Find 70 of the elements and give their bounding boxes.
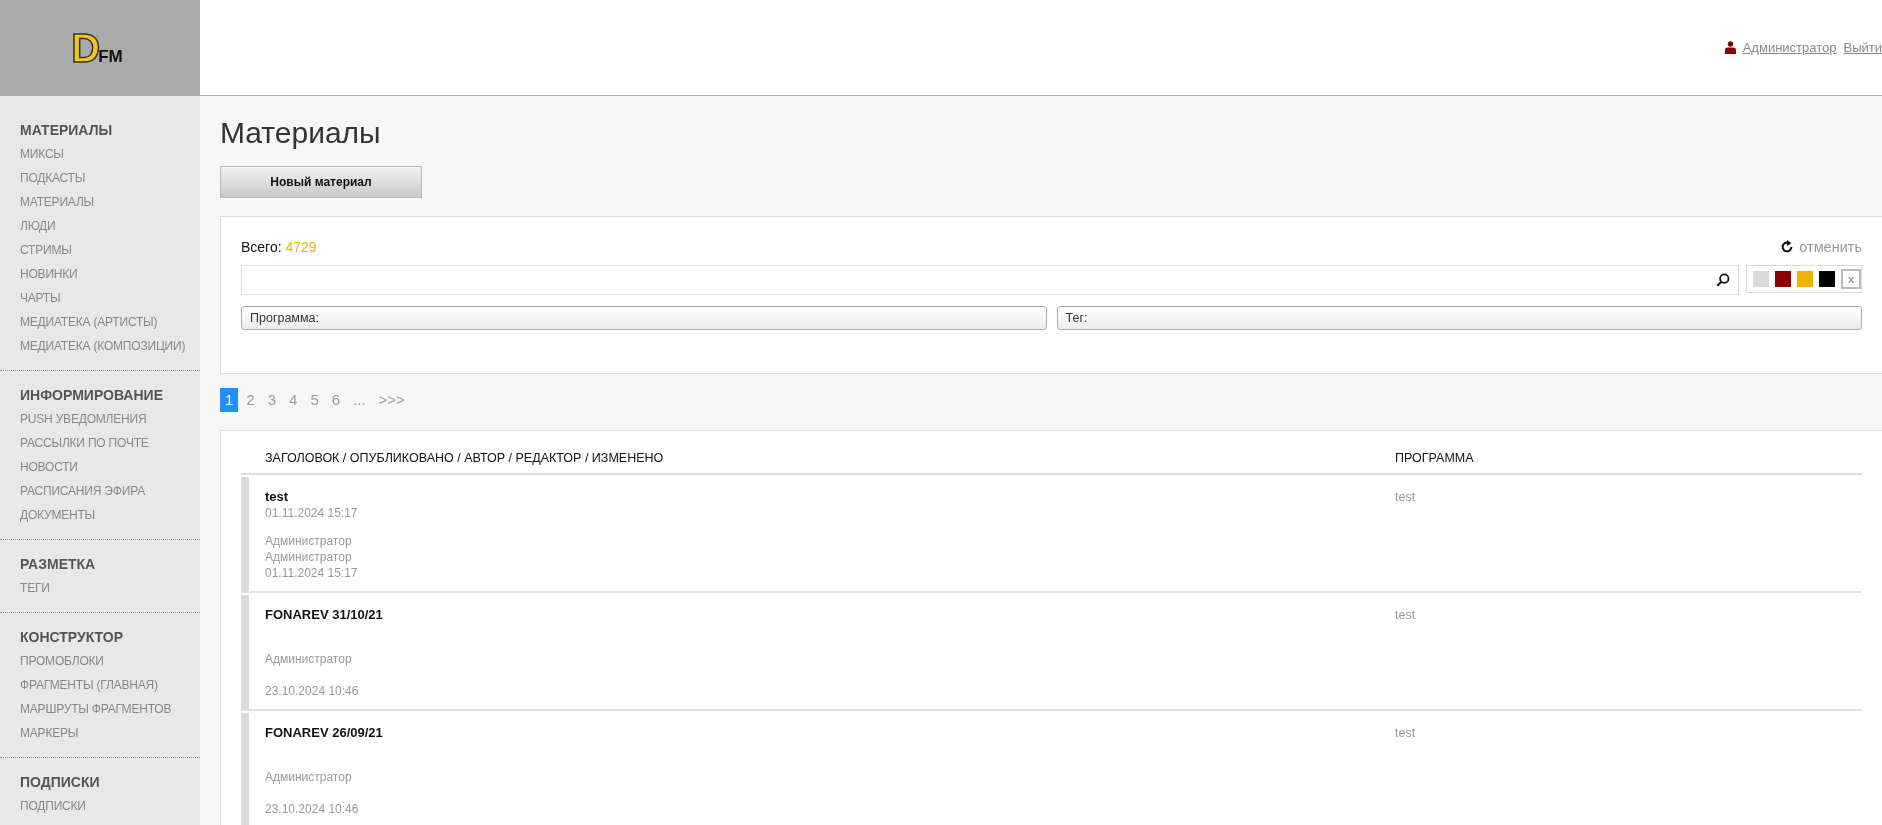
modified-date: 01.11.2024 15:17: [265, 566, 358, 580]
color-swatch[interactable]: [1797, 271, 1813, 287]
sidebar-item[interactable]: МАРКЕРЫ: [0, 721, 200, 745]
sidebar-section-title[interactable]: МАТЕРИАЛЫ: [0, 118, 200, 142]
material-title[interactable]: test: [265, 489, 289, 504]
sidebar-item[interactable]: НОВОСТИ: [0, 455, 200, 479]
sidebar-section-title[interactable]: ПОДПИСКИ: [0, 770, 200, 794]
sidebar-item[interactable]: МАРШРУТЫ ФРАГМЕНТОВ: [0, 697, 200, 721]
sidebar-item[interactable]: ФРАГМЕНТЫ (ГЛАВНАЯ): [0, 673, 200, 697]
author-name: Администратор: [265, 770, 352, 784]
modified-date: 23.10.2024 10:46: [265, 684, 359, 698]
total-count: Всего: 4729: [241, 239, 317, 255]
page-link[interactable]: 2: [241, 388, 260, 412]
logo[interactable]: DFM: [71, 29, 123, 66]
editor-name: Администратор: [265, 550, 352, 564]
sidebar-item[interactable]: РАССЫЛКИ ПО ПОЧТЕ: [0, 431, 200, 455]
page-link[interactable]: 5: [305, 388, 324, 412]
color-swatch[interactable]: [1753, 271, 1769, 287]
author-name: Администратор: [265, 652, 352, 666]
sidebar-section-title[interactable]: ИНФОРМИРОВАНИЕ: [0, 383, 200, 407]
sidebar-item[interactable]: PUSH УВЕДОМЛЕНИЯ: [0, 407, 200, 431]
sidebar-item[interactable]: МИКСЫ: [0, 142, 200, 166]
table-row[interactable]: FONAREV 31/10/21 Администратор 23.10.2024 10:46 test: [241, 595, 1862, 711]
sidebar-item[interactable]: ДОКУМЕНТЫ: [0, 503, 200, 527]
program-select[interactable]: Программа:: [241, 306, 1047, 330]
sidebar-item[interactable]: СТРИМЫ: [0, 238, 200, 262]
sidebar-item[interactable]: РАСПИСАНИЯ ЭФИРА: [0, 479, 200, 503]
sidebar-item[interactable]: ПРОМОБЛОКИ: [0, 649, 200, 673]
new-material-button[interactable]: Новый материал: [220, 166, 422, 198]
page-link[interactable]: ...: [348, 388, 371, 412]
clear-colors-button[interactable]: x: [1841, 269, 1861, 289]
color-swatch[interactable]: [1819, 271, 1835, 287]
table-row[interactable]: FONAREV 26/09/21 Администратор 23.10.2024 10:46 test: [241, 713, 1862, 825]
logout-link[interactable]: Выйти: [1843, 40, 1882, 55]
page-link[interactable]: 4: [284, 388, 303, 412]
refresh-icon[interactable]: [1780, 240, 1795, 254]
material-title[interactable]: FONAREV 31/10/21: [265, 607, 383, 622]
table-row[interactable]: test 01.11.2024 15:17 Администратор Администратор 01.11.2024 15:17 test: [241, 477, 1862, 593]
column-header: ПРОГРАММА: [1395, 451, 1475, 465]
sidebar-item[interactable]: НОВИНКИ: [0, 262, 200, 286]
sidebar-section-title[interactable]: РАЗМЕТКА: [0, 552, 200, 576]
program-name: test: [1395, 726, 1416, 740]
sidebar-item[interactable]: МЕДИАТЕКА (АРТИСТЫ): [0, 310, 200, 334]
sidebar-item[interactable]: ПОДКАСТЫ: [0, 166, 200, 190]
program-name: test: [1395, 490, 1416, 504]
sidebar-item[interactable]: ЧАРТЫ: [0, 286, 200, 310]
sidebar-item[interactable]: ЛЮДИ: [0, 214, 200, 238]
tag-select[interactable]: Тег:: [1056, 306, 1862, 330]
sidebar-section-title[interactable]: КОНСТРУКТОР: [0, 625, 200, 649]
page-link[interactable]: 3: [262, 388, 282, 412]
search-icon[interactable]: [1716, 273, 1730, 287]
search-field[interactable]: [241, 265, 1739, 295]
published-date: 01.11.2024 15:17: [265, 506, 358, 520]
page-title: Материалы: [220, 115, 382, 151]
material-title[interactable]: FONAREV 26/09/21: [265, 725, 383, 740]
sidebar-item[interactable]: ПОДПИСКИ: [0, 794, 200, 818]
page-link[interactable]: 6: [326, 388, 346, 412]
column-header: ЗАГОЛОВОК / ОПУБЛИКОВАНО / АВТОР / РЕДАКТОР / ИЗМЕНЕНО: [264, 451, 665, 465]
user-icon: [1724, 41, 1736, 54]
page-link[interactable]: 1: [220, 388, 239, 412]
program-name: test: [1395, 608, 1416, 622]
page-link[interactable]: >>>: [373, 388, 410, 412]
author-name: Администратор: [265, 534, 352, 548]
modified-date: 23.10.2024 10:46: [265, 802, 359, 816]
sidebar-item[interactable]: МАТЕРИАЛЫ: [0, 190, 200, 214]
sidebar-item[interactable]: ТЕГИ: [0, 576, 200, 600]
reset-link[interactable]: отменить: [1780, 239, 1862, 255]
sidebar-item[interactable]: МЕДИАТЕКА (КОМПОЗИЦИИ): [0, 334, 200, 358]
user-link[interactable]: Администратор: [1742, 40, 1837, 55]
color-swatch[interactable]: [1775, 271, 1791, 287]
